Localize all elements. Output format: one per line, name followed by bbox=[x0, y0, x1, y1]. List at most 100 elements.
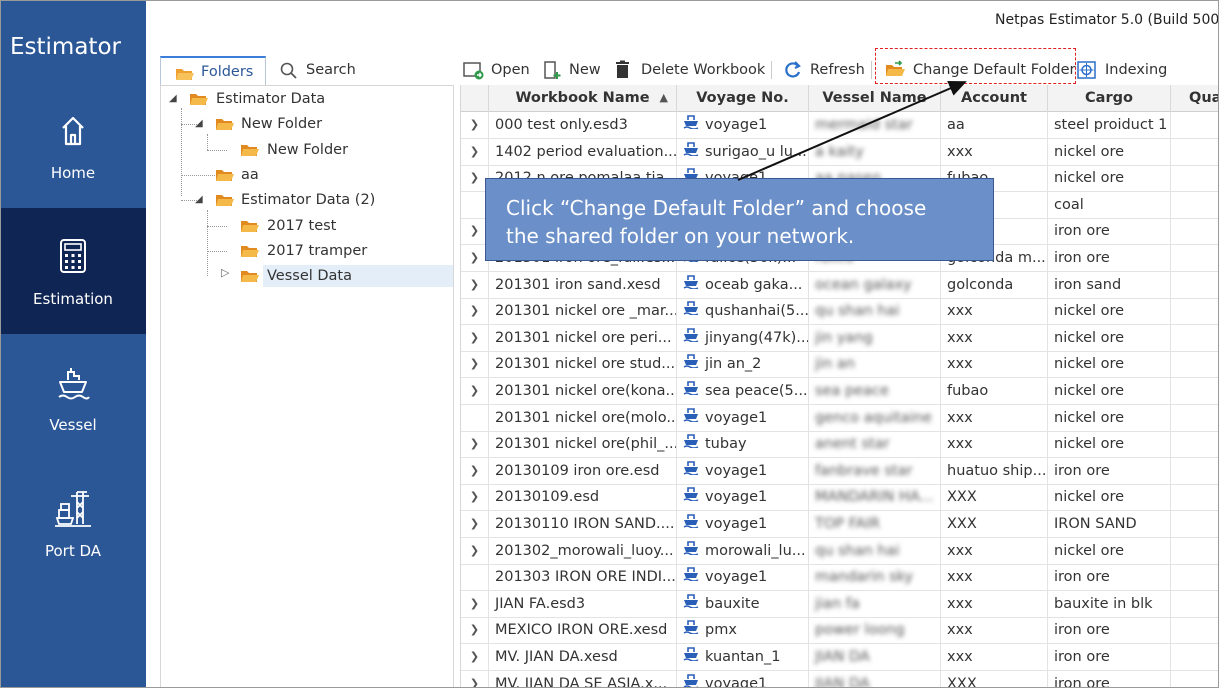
refresh-button[interactable]: Refresh bbox=[783, 57, 865, 83]
table-row[interactable]: ❯ 20130109.esd voyage1 MANDARIN HA... XXX nic… bbox=[461, 484, 1219, 512]
cell-voyage-text: sea peace(5... bbox=[705, 383, 808, 399]
delete-workbook-button[interactable]: Delete Workbook bbox=[614, 57, 765, 83]
table-row[interactable]: ❯ 201301 nickel ore peri... jinyang(47k)..… bbox=[461, 324, 1219, 352]
tree-node[interactable]: ◢ New Folder bbox=[161, 113, 453, 135]
cell-account: huatuo ship... bbox=[941, 457, 1048, 485]
voyage-ship-icon bbox=[683, 325, 699, 351]
table-row[interactable]: ❯ 1402 period evaluation... surigao_u lu..… bbox=[461, 138, 1219, 166]
cell-workbook: 1402 period evaluation... bbox=[489, 138, 677, 166]
nav-item-vessel[interactable]: Vessel bbox=[0, 334, 146, 460]
row-expand-icon[interactable]: ❯ bbox=[461, 298, 489, 326]
table-row[interactable]: ❯ 201302_morowali_luoy... morowali_lu... qu… bbox=[461, 537, 1219, 565]
tree-node[interactable]: aa bbox=[161, 164, 453, 186]
table-row[interactable]: ❯ MEXICO IRON ORE.xesd pmx power loong xxx ir… bbox=[461, 617, 1219, 645]
cell-cargo: coal bbox=[1048, 191, 1171, 219]
row-expand-icon[interactable]: ❯ bbox=[461, 271, 489, 299]
row-expand-icon[interactable]: ❯ bbox=[461, 511, 489, 538]
cell-vessel-text: jian fa bbox=[815, 595, 860, 612]
row-expand-icon[interactable]: ❯ bbox=[461, 431, 489, 459]
table-row[interactable]: ❯ 201301 nickel ore(phil_... tubay anent st… bbox=[461, 431, 1219, 459]
cell-cargo: nickel ore bbox=[1048, 404, 1171, 432]
cell-voyage-text: voyage1 bbox=[705, 489, 768, 506]
port-crane-icon bbox=[55, 491, 91, 527]
column-header-voyage-no[interactable]: Voyage No. bbox=[677, 85, 809, 112]
cell-account: xxx bbox=[941, 324, 1048, 352]
row-expand-icon[interactable]: ❯ bbox=[461, 457, 489, 485]
tree-node[interactable]: 2017 test bbox=[161, 215, 453, 237]
cell-vessel-text: sea peace bbox=[815, 383, 889, 399]
tree-node[interactable]: ◢ Estimator Data bbox=[161, 88, 453, 110]
collapse-arrow-icon[interactable]: ▷ bbox=[221, 266, 229, 279]
cell-vessel-text: a kaity bbox=[815, 143, 864, 160]
expand-arrow-icon[interactable]: ◢ bbox=[195, 113, 207, 135]
cell-vessel-text: fanbrave star bbox=[815, 462, 913, 479]
row-expand-icon[interactable] bbox=[461, 564, 489, 592]
cell-account: xxx bbox=[941, 431, 1048, 459]
open-button[interactable]: Open bbox=[462, 57, 534, 83]
row-expand-icon[interactable]: ❯ bbox=[461, 617, 489, 645]
row-expand-icon[interactable]: ❯ bbox=[461, 351, 489, 379]
cell-account: xxx bbox=[941, 351, 1048, 379]
nav-label-estimation: Estimation bbox=[33, 290, 113, 308]
cell-voyage-text: voyage1 bbox=[705, 409, 768, 426]
folder-icon bbox=[240, 244, 260, 266]
table-row[interactable]: ❯ 20130109 iron ore.esd voyage1 fanbrave st… bbox=[461, 457, 1219, 485]
nav-label-vessel: Vessel bbox=[49, 416, 97, 434]
cell-quantity bbox=[1171, 351, 1219, 378]
row-expand-icon[interactable] bbox=[461, 404, 489, 432]
cell-vessel: mandarin sky bbox=[809, 564, 941, 592]
column-header-workbook-name[interactable]: Workbook Name ▲ bbox=[489, 85, 677, 112]
tree-node-selected[interactable]: Vessel Data bbox=[241, 265, 453, 287]
cell-voyage: voyage1 bbox=[677, 670, 809, 688]
cell-vessel: ocean galaxy bbox=[809, 271, 941, 299]
table-row[interactable]: ❯ 201301 nickel ore stud... jin an_2 jin an… bbox=[461, 351, 1219, 379]
column-header-quantity[interactable]: Qua bbox=[1171, 85, 1219, 112]
expand-arrow-icon[interactable]: ◢ bbox=[169, 88, 181, 110]
nav-item-home[interactable]: Home bbox=[0, 82, 146, 208]
table-row[interactable]: ❯ 201301 iron sand.xesd oceab gaka... ocean… bbox=[461, 271, 1219, 299]
cell-vessel: power loong bbox=[809, 617, 941, 645]
table-row[interactable]: ❯ MV. JIAN DA SE ASIA.x... voyage1 JIAN DA X… bbox=[461, 670, 1219, 688]
cell-voyage-text: jinyang(47k)... bbox=[705, 329, 809, 346]
tree-node[interactable]: ◢ Estimator Data (2) bbox=[161, 189, 453, 211]
table-row[interactable]: 201301 nickel ore(molo... voyage1 genco aq… bbox=[461, 404, 1219, 432]
column-header-cargo[interactable]: Cargo bbox=[1048, 85, 1171, 112]
table-row[interactable]: ❯ 20130110 IRON SAND.... voyage1 TOP FAIR XX… bbox=[461, 511, 1219, 538]
row-expand-icon[interactable]: ❯ bbox=[461, 670, 489, 688]
brand-title: Estimator bbox=[10, 34, 121, 60]
row-expand-icon[interactable]: ❯ bbox=[461, 537, 489, 565]
row-expand-icon[interactable]: ❯ bbox=[461, 590, 489, 618]
indexing-button[interactable]: Indexing bbox=[1076, 57, 1176, 83]
column-header-vessel-name[interactable]: Vessel Name bbox=[809, 85, 941, 112]
table-row[interactable]: ❯ JIAN FA.esd3 bauxite jian fa xxx bauxite in… bbox=[461, 590, 1219, 618]
voyage-ship-icon bbox=[683, 431, 699, 457]
table-row[interactable]: 201303 IRON ORE INDI... voyage1 mandarin s… bbox=[461, 564, 1219, 592]
table-row[interactable]: ❯ 201301 nickel ore(kona... sea peace(5...… bbox=[461, 378, 1219, 405]
row-expand-icon[interactable]: ❯ bbox=[461, 378, 489, 405]
nav-item-port-da[interactable]: Port DA bbox=[0, 460, 146, 586]
table-row[interactable]: ❯ 201301 nickel ore _mar... qushanhai(5...… bbox=[461, 298, 1219, 326]
cell-voyage-text: oceab gaka... bbox=[705, 276, 803, 293]
voyage-ship-icon bbox=[683, 617, 699, 643]
row-expand-icon[interactable]: ❯ bbox=[461, 138, 489, 166]
cell-cargo: nickel ore bbox=[1048, 378, 1171, 405]
tree-node[interactable]: New Folder bbox=[161, 139, 453, 161]
table-row[interactable]: ❯ MV. JIAN DA.xesd kuantan_1 JIAN DA xxx iron… bbox=[461, 644, 1219, 671]
new-button[interactable]: New bbox=[542, 57, 604, 83]
tab-folders[interactable]: Folders bbox=[160, 56, 266, 86]
row-expand-icon[interactable]: ❯ bbox=[461, 644, 489, 671]
cell-voyage-text: qushanhai(5... bbox=[705, 303, 809, 320]
cell-voyage: jinyang(47k)... bbox=[677, 324, 809, 352]
column-header-account[interactable]: Account bbox=[941, 85, 1048, 112]
calculator-icon bbox=[60, 239, 86, 273]
row-expand-icon[interactable]: ❯ bbox=[461, 484, 489, 512]
nav-item-estimation[interactable]: Estimation bbox=[0, 208, 146, 334]
cell-cargo: nickel ore bbox=[1048, 431, 1171, 459]
row-expand-icon[interactable]: ❯ bbox=[461, 112, 489, 139]
row-expand-icon[interactable]: ❯ bbox=[461, 324, 489, 352]
cell-quantity bbox=[1171, 298, 1219, 325]
table-row[interactable]: ❯ 000 test only.esd3 voyage1 mermaid star aa… bbox=[461, 112, 1219, 139]
sort-ascending-icon: ▲ bbox=[659, 91, 668, 104]
tree-node[interactable]: 2017 tramper bbox=[161, 240, 453, 262]
expand-arrow-icon[interactable]: ◢ bbox=[195, 189, 207, 211]
